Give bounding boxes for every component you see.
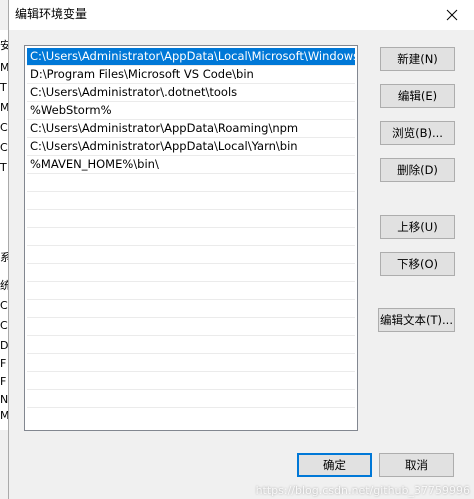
list-separator bbox=[27, 407, 355, 408]
bg-edge-char: M bbox=[0, 61, 9, 74]
bg-edge-char: T bbox=[0, 161, 7, 174]
ok-button[interactable]: 确定 bbox=[297, 453, 372, 477]
bg-edge-char: C bbox=[0, 319, 8, 332]
bg-edge-char: 统 bbox=[0, 280, 8, 292]
list-separator bbox=[27, 173, 355, 174]
path-list-item[interactable]: D:\Program Files\Microsoft VS Code\bin bbox=[27, 66, 355, 83]
edit-environment-variable-dialog: 编辑环境变量 C:\Users\Administrator\AppData\Lo… bbox=[8, 0, 474, 499]
list-separator bbox=[27, 191, 355, 192]
path-list-item[interactable]: C:\Users\Administrator\AppData\Local\Yar… bbox=[27, 138, 355, 155]
list-separator bbox=[27, 299, 355, 300]
bg-edge-char: 安 bbox=[0, 40, 8, 52]
list-separator bbox=[27, 335, 355, 336]
path-list-item[interactable]: %WebStorm% bbox=[27, 102, 355, 119]
path-list-item[interactable]: C:\Users\Administrator\.dotnet\tools bbox=[27, 84, 355, 101]
new-button[interactable]: 新建(N) bbox=[380, 47, 455, 71]
move-up-button[interactable]: 上移(U) bbox=[380, 215, 455, 239]
bg-edge-char: C bbox=[0, 121, 8, 134]
path-list-item[interactable]: C:\Users\Administrator\AppData\Roaming\n… bbox=[27, 120, 355, 137]
path-list[interactable]: C:\Users\Administrator\AppData\Local\Mic… bbox=[24, 45, 358, 431]
list-separator bbox=[27, 281, 355, 282]
title-bar[interactable]: 编辑环境变量 bbox=[9, 0, 474, 30]
path-list-item[interactable]: C:\Users\Administrator\AppData\Local\Mic… bbox=[27, 48, 355, 65]
browse-button[interactable]: 浏览(B)... bbox=[380, 121, 455, 145]
bg-edge-char: M bbox=[0, 101, 9, 114]
edit-button[interactable]: 编辑(E) bbox=[380, 84, 455, 108]
bg-edge-char: N bbox=[0, 393, 9, 406]
list-separator bbox=[27, 371, 355, 372]
list-separator bbox=[27, 209, 355, 210]
list-separator bbox=[27, 317, 355, 318]
bg-edge-char: T bbox=[0, 81, 7, 94]
bg-edge-char: C bbox=[0, 299, 8, 312]
bg-edge-char: 系 bbox=[0, 252, 8, 264]
delete-button[interactable]: 删除(D) bbox=[380, 158, 455, 182]
bg-edge-char: M bbox=[0, 409, 9, 422]
bg-edge-char: F bbox=[0, 357, 7, 370]
move-down-button[interactable]: 下移(O) bbox=[380, 252, 455, 276]
close-icon bbox=[446, 9, 458, 21]
bg-edge-char: D bbox=[0, 339, 9, 352]
list-separator bbox=[27, 389, 355, 390]
bg-edge-char: F bbox=[0, 375, 7, 388]
list-separator bbox=[27, 263, 355, 264]
list-separator bbox=[27, 227, 355, 228]
path-list-item[interactable]: %MAVEN_HOME%\bin\ bbox=[27, 156, 355, 173]
cancel-button[interactable]: 取消 bbox=[379, 453, 454, 477]
edit-text-button[interactable]: 编辑文本(T)... bbox=[378, 308, 455, 332]
list-separator bbox=[27, 245, 355, 246]
close-button[interactable] bbox=[429, 0, 474, 30]
bg-edge-char: C bbox=[0, 141, 8, 154]
watermark: https://blog.csdn.net/github_37759996 bbox=[255, 484, 470, 497]
dialog-title: 编辑环境变量 bbox=[15, 7, 88, 21]
list-separator bbox=[27, 353, 355, 354]
